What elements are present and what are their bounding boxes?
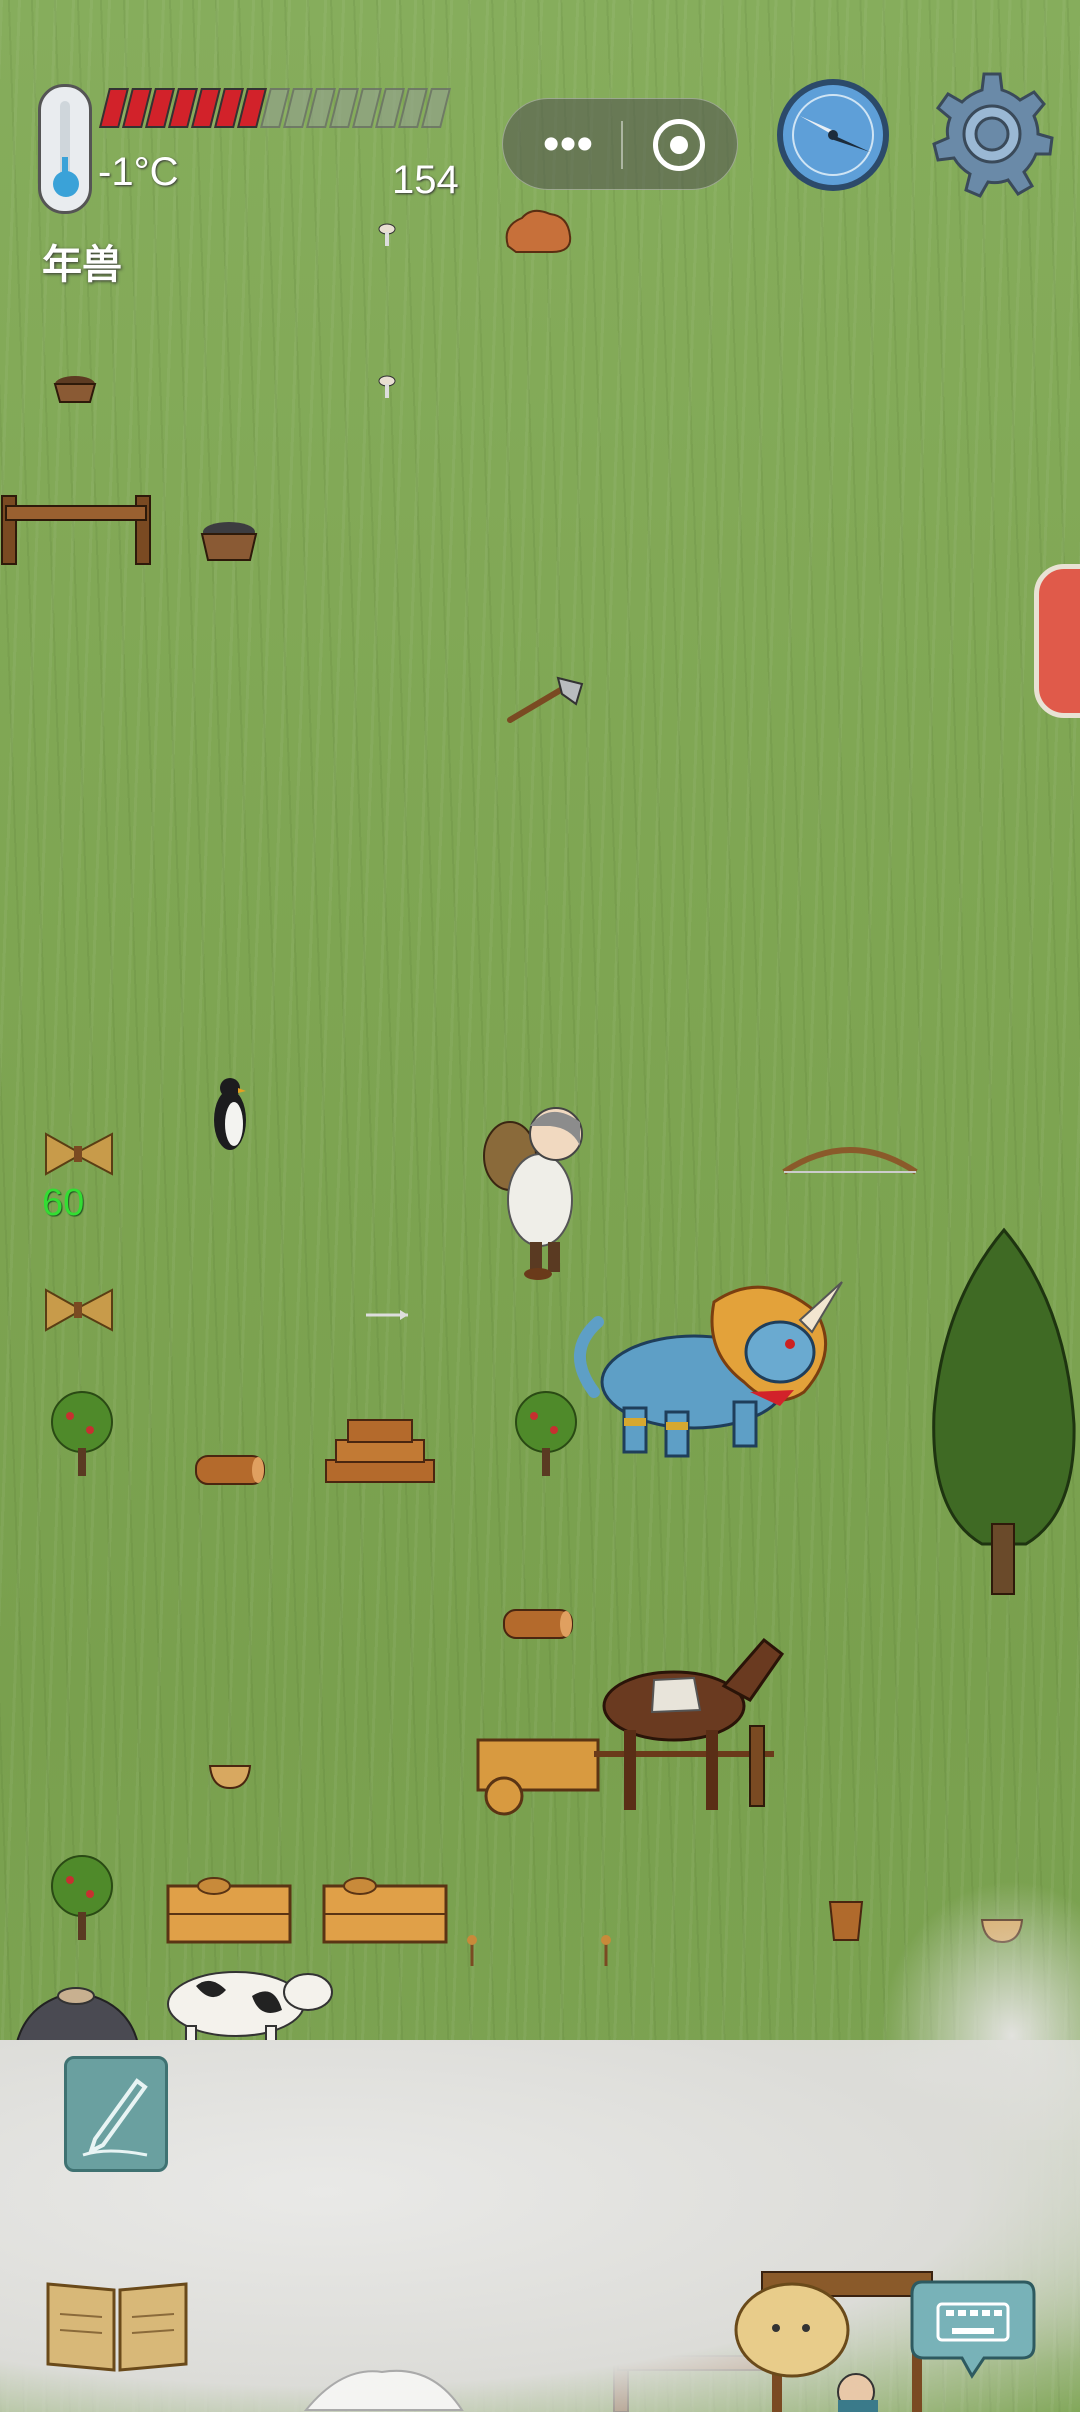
wooden-crate[interactable]	[320, 1874, 450, 1946]
cypress-tree[interactable]	[926, 1224, 1080, 1604]
day-counter: 154	[392, 158, 459, 202]
item-count-label: 60	[42, 1182, 85, 1224]
berry-bush[interactable]	[48, 1854, 118, 1944]
nian-beast-monster[interactable]	[554, 1272, 854, 1472]
more-dots-icon[interactable]: •••	[533, 115, 603, 175]
basket-of-stones[interactable]	[198, 518, 260, 564]
capsule-divider	[621, 121, 623, 169]
miniprogram-capsule-menu: •••	[502, 98, 738, 190]
bucket-item[interactable]	[828, 1898, 864, 1942]
wooden-fence[interactable]	[0, 488, 160, 572]
snow-pile[interactable]	[302, 2358, 466, 2412]
pencil-icon	[82, 2078, 148, 2157]
sapling[interactable]	[596, 1932, 616, 1966]
wooden-crate[interactable]	[164, 1874, 294, 1946]
sapling[interactable]	[462, 1932, 482, 1966]
rock-pile-item[interactable]	[502, 206, 574, 256]
mushroom-item[interactable]	[378, 222, 396, 248]
player-character[interactable]	[480, 1096, 596, 1282]
log-item[interactable]	[192, 1452, 268, 1488]
record-circle-icon[interactable]	[653, 119, 705, 171]
game-world[interactable]: 60	[0, 0, 1080, 2412]
basket-item[interactable]	[52, 372, 98, 406]
keyboard-icon[interactable]	[908, 2272, 1038, 2382]
horse-cart[interactable]	[474, 1630, 794, 1820]
target-creature-name: 年兽	[42, 243, 122, 287]
bowl-item[interactable]	[208, 1760, 252, 1790]
arrow-item[interactable]	[364, 1308, 410, 1322]
penguin-creature[interactable]	[210, 1074, 250, 1154]
bow-item[interactable]	[780, 1140, 920, 1180]
mushroom-item[interactable]	[378, 374, 396, 400]
straw-bundle[interactable]	[44, 1286, 114, 1334]
berry-bush[interactable]	[48, 1390, 118, 1480]
temperature-readout: -1°C	[98, 150, 179, 194]
straw-bundle[interactable]	[44, 1130, 114, 1178]
berry-bush[interactable]	[512, 1390, 582, 1480]
health-bar	[99, 88, 508, 130]
side-drawer-tab[interactable]	[1034, 564, 1080, 718]
pencil-button[interactable]	[64, 2056, 168, 2172]
firewood-pile[interactable]	[322, 1414, 438, 1490]
gear-icon[interactable]	[928, 70, 1056, 198]
compass-icon[interactable]	[774, 76, 892, 194]
open-book-icon[interactable]	[44, 2274, 190, 2374]
axe-item[interactable]	[506, 674, 586, 724]
thermometer-icon	[38, 84, 92, 214]
